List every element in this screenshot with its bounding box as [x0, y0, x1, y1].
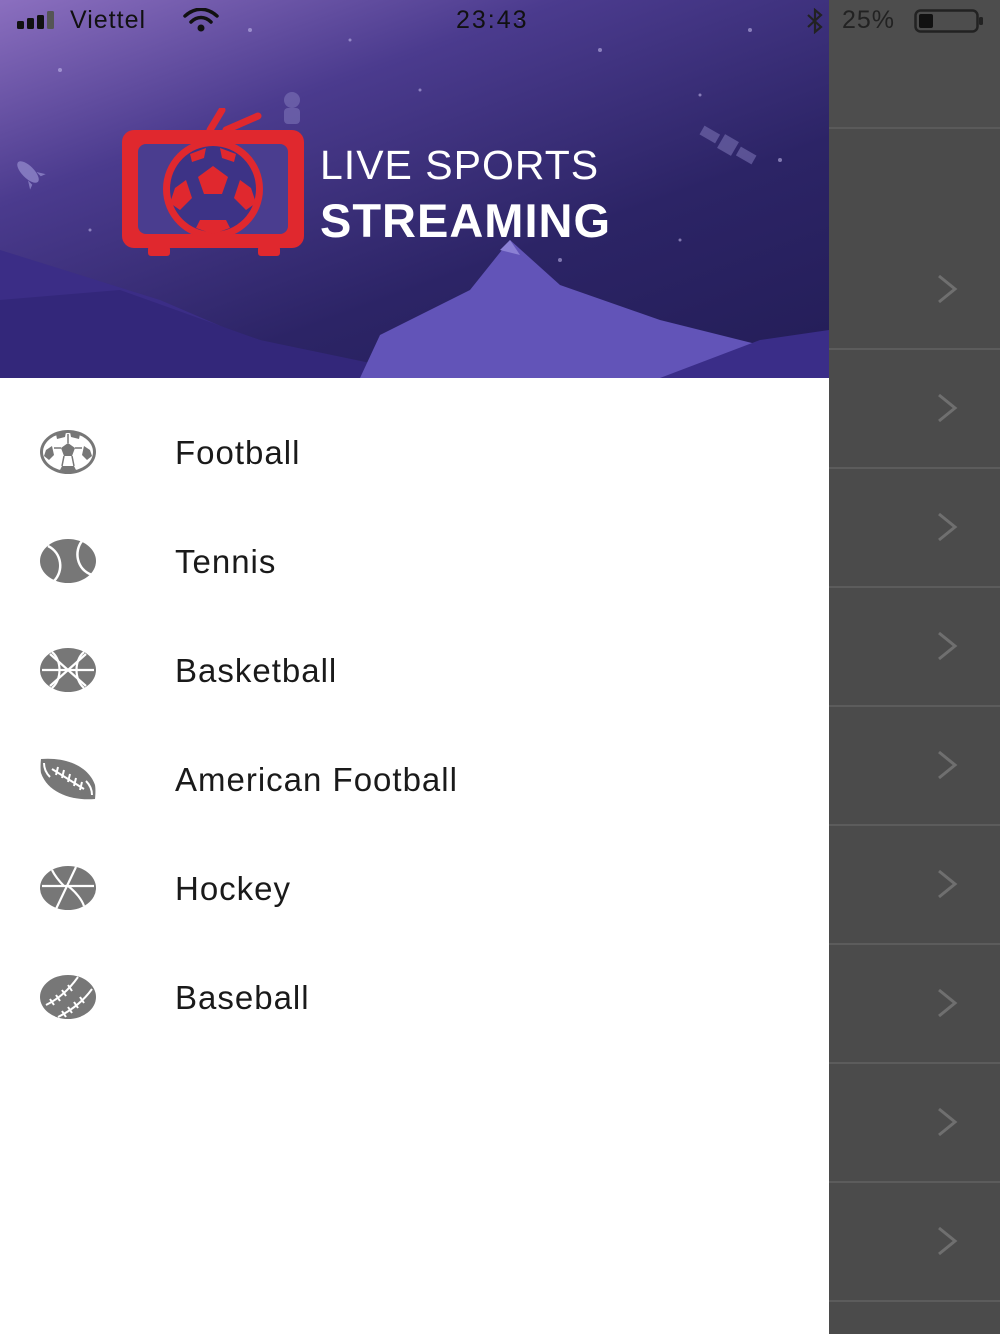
chevron-right-icon [938, 393, 958, 423]
chevron-right-icon [938, 631, 958, 661]
menu-item-label: Baseball [175, 979, 310, 1016]
menu-item-label: Basketball [175, 652, 338, 689]
menu-item-hockey[interactable]: Hockey [0, 834, 829, 943]
basketball-icon [40, 648, 96, 692]
chevron-right-icon [938, 869, 958, 899]
tennis-ball-icon [40, 539, 96, 583]
wifi-icon [183, 8, 219, 32]
menu-item-label: Football [175, 434, 301, 471]
hockey-puck-icon [40, 866, 96, 910]
menu-item-american-football[interactable]: American Football [0, 725, 829, 834]
app-title-line2: STREAMING [320, 194, 611, 247]
status-bar: Viettel 23:43 25% [0, 0, 1000, 42]
carrier-name: Viettel [70, 6, 147, 34]
background-list-row[interactable] [829, 231, 1000, 350]
menu-item-label: American Football [175, 761, 458, 798]
cellular-signal-icon [17, 11, 54, 29]
tv-logo-icon [122, 108, 304, 256]
american-football-icon [40, 758, 96, 800]
clock: 23:43 [456, 6, 529, 34]
app-title-line1: LIVE SPORTS [320, 142, 600, 188]
menu-item-tennis[interactable]: Tennis [0, 507, 829, 616]
navigation-drawer: LIVE SPORTS STREAMING Football Tennis Ba… [0, 0, 829, 1334]
background-content-overlay[interactable] [829, 0, 1000, 1334]
chevron-right-icon [938, 512, 958, 542]
background-list-row[interactable] [829, 469, 1000, 588]
app-screen: LIVE SPORTS STREAMING Football Tennis Ba… [0, 0, 1000, 1334]
background-list-row[interactable] [829, 1183, 1000, 1302]
background-list-row[interactable] [829, 1064, 1000, 1183]
chevron-right-icon [938, 988, 958, 1018]
background-list-row[interactable] [829, 588, 1000, 707]
chevron-right-icon [938, 274, 958, 304]
chevron-right-icon [938, 1107, 958, 1137]
sport-menu: Football Tennis Basketball American Foot… [0, 398, 829, 1052]
battery-icon [914, 9, 983, 33]
background-list-row[interactable] [829, 707, 1000, 826]
background-list-row[interactable] [829, 945, 1000, 1064]
soccer-ball-icon [40, 430, 96, 474]
background-list-row[interactable] [829, 350, 1000, 469]
battery-percentage: 25% [842, 6, 896, 34]
chevron-right-icon [938, 750, 958, 780]
menu-item-label: Hockey [175, 870, 292, 907]
menu-item-football[interactable]: Football [0, 398, 829, 507]
drawer-header: LIVE SPORTS STREAMING [0, 0, 829, 378]
chevron-right-icon [938, 1226, 958, 1256]
bluetooth-icon [807, 8, 823, 34]
background-list-row[interactable] [829, 826, 1000, 945]
menu-item-baseball[interactable]: Baseball [0, 943, 829, 1052]
menu-item-basketball[interactable]: Basketball [0, 616, 829, 725]
baseball-icon [40, 975, 96, 1019]
menu-item-label: Tennis [175, 543, 277, 580]
